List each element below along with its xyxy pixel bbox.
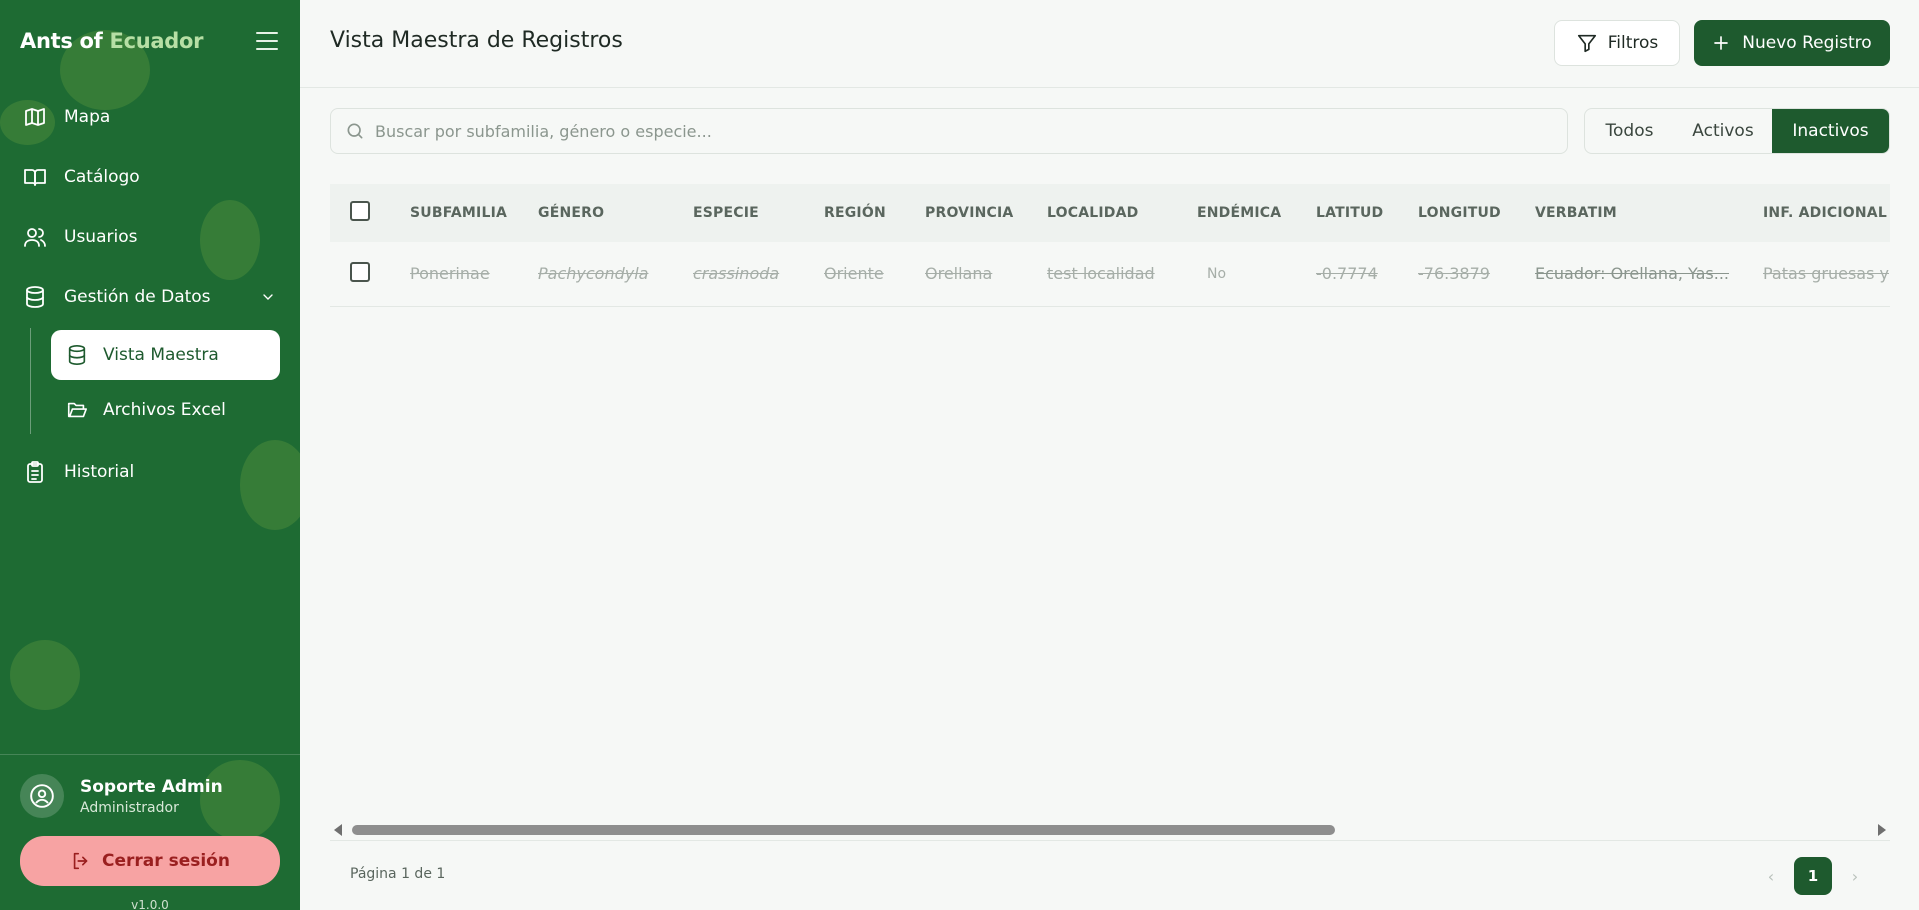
filter-icon (1576, 32, 1598, 54)
map-icon (22, 104, 48, 130)
user-role: Administrador (80, 799, 179, 816)
cell-inf-adicional: Patas gruesas y (1763, 264, 1889, 284)
sidebar-item-label: Usuarios (64, 227, 138, 247)
users-icon (22, 224, 48, 250)
submenu-guide-line (30, 328, 31, 434)
scrollbar-thumb[interactable] (352, 825, 1335, 835)
pagination: ‹ 1 › (1756, 857, 1870, 895)
scroll-right-icon[interactable] (1878, 824, 1886, 836)
column-header[interactable]: ESPECIE (693, 184, 824, 242)
sidebar-item-gestion-de-datos[interactable]: Gestión de Datos (22, 277, 282, 317)
select-all-checkbox[interactable] (350, 201, 370, 221)
logout-icon (70, 850, 92, 872)
chevron-left-icon[interactable]: ‹ (1756, 857, 1786, 895)
sidebar-item-archivos-excel[interactable]: Archivos Excel (51, 385, 280, 435)
cell-endemica: No (1207, 265, 1227, 282)
column-header[interactable]: LATITUD (1316, 184, 1418, 242)
sidebar-item-label: Archivos Excel (103, 400, 226, 420)
row-select-cell (330, 242, 410, 306)
avatar (20, 774, 64, 818)
cell-subfamilia: Ponerinae (410, 264, 490, 284)
new-record-label: Nuevo Registro (1742, 33, 1872, 53)
column-header[interactable]: ENDÉMICA (1197, 184, 1316, 242)
column-header[interactable]: PROVINCIA (925, 184, 1047, 242)
column-header[interactable]: LOCALIDAD (1047, 184, 1197, 242)
page-number-button[interactable]: 1 (1794, 857, 1832, 895)
search-bar (330, 108, 1568, 154)
chevron-down-icon (260, 289, 276, 310)
horizontal-scrollbar[interactable] (330, 820, 1890, 840)
app-logo: Ants of Ecuador (20, 29, 203, 53)
column-header[interactable]: VERBATIM (1535, 184, 1763, 242)
brand-name: Ants of (20, 29, 103, 53)
logout-label: Cerrar sesión (102, 851, 230, 871)
leaf-decoration (10, 640, 80, 710)
clipboard-list-icon (22, 459, 48, 485)
sidebar-item-label: Catálogo (64, 167, 140, 187)
logout-button[interactable]: Cerrar sesión (20, 836, 280, 886)
book-open-icon (22, 164, 48, 190)
column-header[interactable]: INF. ADICIONAL (1763, 184, 1890, 242)
filter-label: Filtros (1607, 33, 1659, 53)
cell-especie: crassinoda (693, 264, 780, 284)
cell-longitud: -76.3879 (1418, 264, 1490, 284)
records-table-container: SUBFAMILIA GÉNERO ESPECIE REGIÓN PROVINC… (330, 184, 1890, 824)
sidebar-item-mapa[interactable]: Mapa (22, 97, 282, 137)
main-content: Vista Maestra de Registros Filtros Nuevo… (300, 0, 1919, 910)
cell-latitud: -0.7774 (1316, 264, 1378, 284)
new-record-button[interactable]: Nuevo Registro (1694, 20, 1890, 66)
app-version: v1.0.0 (131, 898, 169, 910)
cell-provincia: Orellana (925, 264, 993, 284)
sidebar-item-catalogo[interactable]: Catálogo (22, 157, 282, 197)
cell-genero: Pachycondyla (538, 264, 649, 284)
database-icon (65, 343, 89, 367)
status-option-inactivos[interactable]: Inactivos (1772, 109, 1889, 153)
records-table: SUBFAMILIA GÉNERO ESPECIE REGIÓN PROVINC… (330, 184, 1890, 307)
column-header[interactable]: LONGITUD (1418, 184, 1535, 242)
menu-icon[interactable] (254, 30, 280, 52)
sidebar-divider (0, 754, 300, 755)
sidebar: Ants of Ecuador Mapa Catálogo Usuarios G… (0, 0, 300, 910)
column-header[interactable]: SUBFAMILIA (410, 184, 538, 242)
folder-open-icon (65, 398, 89, 422)
select-all-cell (330, 184, 410, 242)
cell-verbatim: Ecuador: Orellana, Yas... (1535, 264, 1730, 284)
cell-localidad: test localidad (1047, 264, 1155, 284)
sidebar-item-label: Historial (64, 462, 135, 482)
user-profile: Soporte Admin Administrador (20, 774, 223, 818)
sidebar-item-label: Vista Maestra (103, 345, 219, 365)
chevron-right-icon[interactable]: › (1840, 857, 1870, 895)
row-checkbox[interactable] (350, 261, 370, 282)
database-icon (22, 284, 48, 310)
cell-region: Oriente (824, 264, 884, 284)
table-footer: Página 1 de 1 ‹ 1 › (330, 840, 1890, 910)
status-option-activos[interactable]: Activos (1674, 109, 1772, 153)
sidebar-item-label: Gestión de Datos (64, 287, 211, 307)
table-header-row: SUBFAMILIA GÉNERO ESPECIE REGIÓN PROVINC… (330, 184, 1890, 242)
page-title: Vista Maestra de Registros (330, 28, 623, 53)
page-info: Página 1 de 1 (350, 866, 446, 882)
sidebar-item-label: Mapa (64, 107, 111, 127)
scrollbar-track[interactable] (352, 825, 1864, 835)
brand-name-accent: Ecuador (109, 29, 204, 53)
status-option-todos[interactable]: Todos (1585, 109, 1674, 153)
filter-button[interactable]: Filtros (1554, 20, 1680, 66)
scroll-left-icon[interactable] (334, 824, 342, 836)
column-header[interactable]: GÉNERO (538, 184, 693, 242)
search-icon (345, 121, 365, 141)
sidebar-item-historial[interactable]: Historial (22, 452, 282, 492)
user-name: Soporte Admin (80, 776, 223, 797)
column-header[interactable]: REGIÓN (824, 184, 925, 242)
search-input[interactable] (375, 121, 1555, 141)
table-row[interactable]: Ponerinae Pachycondyla crassinoda Orient… (330, 242, 1890, 306)
sidebar-item-vista-maestra[interactable]: Vista Maestra (51, 330, 280, 380)
sidebar-item-usuarios[interactable]: Usuarios (22, 217, 282, 257)
brand-header: Ants of Ecuador (20, 26, 280, 56)
status-filter: Todos Activos Inactivos (1584, 108, 1890, 154)
page-header: Vista Maestra de Registros Filtros Nuevo… (300, 0, 1919, 88)
plus-icon (1712, 34, 1730, 52)
